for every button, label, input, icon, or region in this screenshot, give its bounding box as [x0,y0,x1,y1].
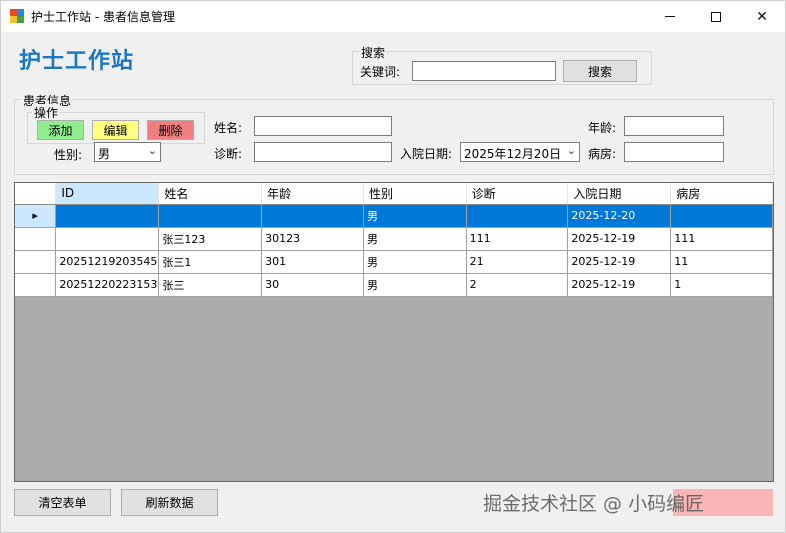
column-header-name[interactable]: 姓名 [158,183,263,205]
cell-name[interactable]: 张三 [158,273,263,297]
chevron-down-icon: ⌄ [147,144,157,157]
column-header-diagnosis[interactable]: 诊断 [466,183,569,205]
column-header-ward[interactable]: 病房 [670,183,773,205]
delete-button[interactable]: 删除 [147,120,194,140]
gender-label: 性别: [54,148,83,162]
diagnosis-label: 诊断: [214,147,243,161]
cell-ward[interactable]: 11 [670,250,773,274]
cell-diagnosis[interactable]: 2 [466,273,569,297]
brand-title: 护士工作站 [19,49,135,74]
patient-table-body: ID 姓名 年龄 性别 诊断 入院日期 病房 ▸ 男 2025-12-20 张三… [15,183,773,297]
cell-gender[interactable]: 男 [363,227,467,251]
name-input[interactable] [254,116,392,136]
add-button[interactable]: 添加 [37,120,84,140]
clear-form-button[interactable]: 清空表单 [14,489,111,516]
cell-id[interactable]: 20251219203545 [55,250,160,274]
cell-ward[interactable]: 111 [670,227,773,251]
admit-date-label: 入院日期: [400,147,453,161]
chevron-down-icon: ⌄ [566,144,576,157]
keyword-label: 关键词: [360,65,401,79]
window-title: 护士工作站 - 患者信息管理 [31,10,175,24]
gender-select-value: 男 [98,147,111,161]
main-window: 护士工作站 - 患者信息管理 ✕ 护士工作站 搜索 关键词: 搜索 患者信息 操… [0,0,786,533]
column-header-date[interactable]: 入院日期 [567,183,672,205]
table-row[interactable]: 20251219203545 张三1 301 男 21 2025-12-19 1… [15,250,773,274]
table-row[interactable]: ▸ 男 2025-12-20 [15,204,773,228]
patient-table[interactable]: ID 姓名 年龄 性别 诊断 入院日期 病房 ▸ 男 2025-12-20 张三… [14,182,774,482]
cell-diagnosis[interactable]: 21 [466,250,569,274]
name-label: 姓名: [214,121,243,135]
cell-ward[interactable] [670,204,773,228]
cell-date[interactable]: 2025-12-19 [567,250,672,274]
app-icon [10,9,24,23]
table-header-row: ID 姓名 年龄 性别 诊断 入院日期 病房 [15,183,773,205]
maximize-button[interactable] [693,1,739,32]
maximize-icon [711,11,721,22]
close-button[interactable]: ✕ [739,1,785,32]
cell-gender[interactable]: 男 [363,250,467,274]
watermark: 掘金技术社区 @ 小码编匠 [483,493,705,515]
row-selector[interactable] [15,227,57,251]
gender-select[interactable]: 男 ⌄ [94,142,161,162]
minimize-button[interactable] [647,1,693,32]
keyword-input[interactable] [412,61,556,81]
cell-name[interactable]: 张三1 [158,250,263,274]
row-selector[interactable] [15,273,57,297]
ward-input[interactable] [624,142,724,162]
admit-date-picker[interactable]: 2025年12月20日 ⌄ [460,142,580,162]
cell-diagnosis[interactable]: 111 [466,227,569,251]
row-selector[interactable]: ▸ [15,204,57,228]
row-header-corner [15,183,57,205]
cell-age[interactable]: 30123 [261,227,364,251]
search-button[interactable]: 搜索 [563,60,637,82]
cell-age[interactable]: 301 [261,250,364,274]
admit-date-value: 2025年12月20日 [464,147,562,161]
current-row-icon: ▸ [32,209,38,222]
cell-age[interactable]: 30 [261,273,364,297]
cell-gender[interactable]: 男 [363,204,467,228]
cell-gender[interactable]: 男 [363,273,467,297]
edit-button[interactable]: 编辑 [92,120,139,140]
title-bar: 护士工作站 - 患者信息管理 ✕ [1,1,785,32]
row-selector[interactable] [15,250,57,274]
table-row[interactable]: 20251220223153 张三 30 男 2 2025-12-19 1 [15,273,773,297]
cell-ward[interactable]: 1 [670,273,773,297]
operations-group-label: 操作 [32,104,61,121]
cell-date[interactable]: 2025-12-19 [567,227,672,251]
diagnosis-input[interactable] [254,142,392,162]
age-label: 年龄: [588,121,617,135]
cell-id[interactable] [55,227,160,251]
cell-date[interactable]: 2025-12-20 [567,204,672,228]
cell-name[interactable]: 张三123 [158,227,263,251]
search-group-label: 搜索 [359,44,388,61]
refresh-data-button[interactable]: 刷新数据 [121,489,218,516]
minimize-icon [665,16,675,17]
ward-label: 病房: [588,147,617,161]
cell-id[interactable] [55,204,160,228]
close-icon: ✕ [756,8,768,25]
cell-id[interactable]: 20251220223153 [55,273,160,297]
cell-name[interactable] [158,204,263,228]
table-row[interactable]: 张三123 30123 男 111 2025-12-19 111 [15,227,773,251]
cell-age[interactable] [261,204,364,228]
cell-diagnosis[interactable] [466,204,569,228]
column-header-gender[interactable]: 性别 [363,183,467,205]
age-input[interactable] [624,116,724,136]
column-header-age[interactable]: 年龄 [261,183,364,205]
column-header-id[interactable]: ID [55,183,160,205]
cell-date[interactable]: 2025-12-19 [567,273,672,297]
